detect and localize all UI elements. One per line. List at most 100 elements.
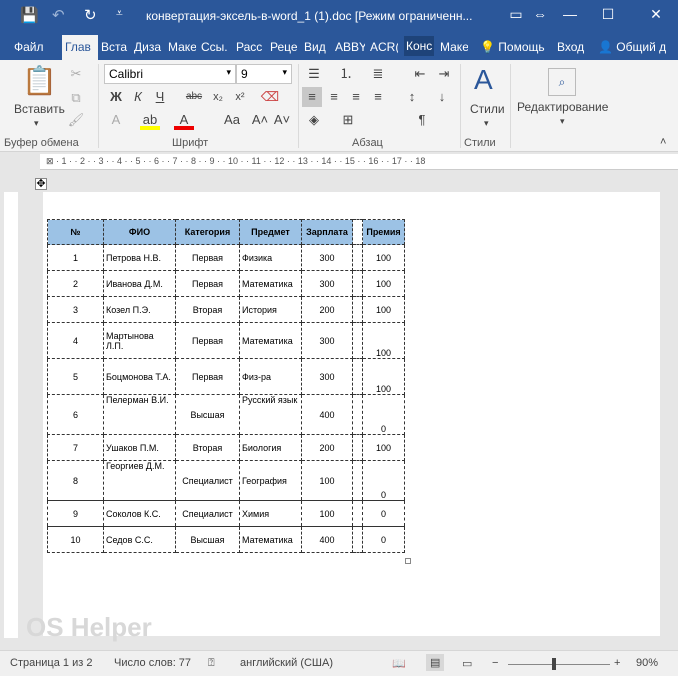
paste-button[interactable]: Вставить [14,102,65,116]
table-cell[interactable]: 9 [47,500,104,527]
table-cell[interactable]: 200 [301,434,353,461]
chevron-down-icon[interactable]: ▾ [484,118,489,129]
table-cell[interactable]: Математика [239,270,302,297]
table-cell[interactable]: 100 [362,322,405,359]
table-cell[interactable]: Биология [239,434,302,461]
resize-icon[interactable]: ⇔ [530,6,550,22]
table-cell[interactable]: Химия [239,500,302,527]
table-cell[interactable]: Первая [175,322,240,359]
table-cell[interactable]: Пелерман В.И. [103,394,176,435]
language-label[interactable]: английский (США) [240,657,333,669]
chevron-down-icon[interactable]: ▾ [560,116,565,127]
table-cell[interactable]: Русский язык [239,394,302,435]
vertical-ruler[interactable] [4,192,18,638]
zoom-slider[interactable] [508,664,610,665]
header-cell[interactable]: Зарплата [301,219,353,245]
table-cell[interactable]: Специалист [175,460,240,501]
tab-insert[interactable]: Вста [101,40,129,54]
table-cell[interactable]: Вторая [175,434,240,461]
table-move-handle-icon[interactable]: ✥ [35,178,47,190]
bold-icon[interactable]: Ж [106,87,126,107]
page-count[interactable]: Страница 1 из 2 [10,657,92,669]
table-cell[interactable] [352,460,363,501]
bullets-icon[interactable]: ☰ [304,64,324,84]
borders-icon[interactable]: ⊞ [338,110,358,130]
increase-indent-icon[interactable]: ⇥ [434,64,454,84]
table-cell[interactable]: 0 [362,394,405,435]
cut-icon[interactable]: ✂ [66,64,86,84]
grow-font-icon[interactable]: A˄ [250,110,270,130]
table-cell[interactable]: 300 [301,358,353,395]
table-cell[interactable]: 400 [301,526,353,553]
header-cell[interactable] [352,219,363,245]
tab-abbyy[interactable]: ABBY [335,40,365,54]
table-cell[interactable]: География [239,460,302,501]
styles-icon[interactable]: A [474,64,493,96]
signin-button[interactable]: Вход [557,40,584,54]
superscript-icon[interactable]: x² [230,87,250,107]
collapse-ribbon-icon[interactable]: ˄ [660,136,666,148]
font-size-combo[interactable]: 9 ▾ [236,64,292,84]
shrink-font-icon[interactable]: A˅ [272,110,292,130]
tab-layout[interactable]: Маке [168,40,196,54]
table-cell[interactable]: 400 [301,394,353,435]
table-cell[interactable]: 0 [362,526,405,553]
table-cell[interactable] [352,500,363,527]
pilcrow-icon[interactable]: ¶ [412,110,432,130]
table-cell[interactable]: Соколов К.С. [103,500,176,527]
tab-contextual[interactable]: Конс [404,36,434,56]
table-cell[interactable]: Специалист [175,500,240,527]
horizontal-ruler[interactable]: ⊠ · 1 · · 2 · · 3 · · 4 · · 5 · · 6 · · … [40,154,678,170]
table-cell[interactable]: Георгиев Д.М. [103,460,176,501]
header-cell[interactable]: № [47,219,104,245]
table-resize-handle[interactable] [405,558,411,564]
table-cell[interactable]: 6 [47,394,104,435]
word-count[interactable]: Число слов: 77 [114,657,191,669]
table-cell[interactable]: 100 [362,270,405,297]
text-effects-icon[interactable]: A [106,110,126,130]
table-cell[interactable]: История [239,296,302,323]
table-cell[interactable]: Высшая [175,394,240,435]
format-painter-icon[interactable]: 🖌 [66,110,86,130]
italic-icon[interactable]: К [128,87,148,107]
table-cell[interactable]: 300 [301,270,353,297]
table-cell[interactable]: Первая [175,270,240,297]
decrease-indent-icon[interactable]: ⇤ [410,64,430,84]
align-center-icon[interactable]: ≡ [324,87,344,107]
proofing-icon[interactable]: ⍰ [208,657,215,670]
table-cell[interactable]: 100 [301,500,353,527]
table-cell[interactable]: 300 [301,244,353,271]
font-name-combo[interactable]: Calibri ▾ [104,64,236,84]
table-cell[interactable]: Боцмонова Т.А. [103,358,176,395]
styles-button[interactable]: Стили [470,102,505,116]
table-cell[interactable]: Первая [175,244,240,271]
underline-icon[interactable]: Ч [150,87,170,107]
numbering-icon[interactable]: ⒈ [336,64,356,84]
table-cell[interactable]: 100 [362,358,405,395]
header-cell[interactable]: Премия [362,219,405,245]
table-cell[interactable]: 100 [301,460,353,501]
table-cell[interactable]: Высшая [175,526,240,553]
case-icon[interactable]: Aa [222,110,242,130]
header-cell[interactable]: Предмет [239,219,302,245]
clipboard-icon[interactable]: 📋 [22,64,57,97]
strikethrough-icon[interactable]: abc [184,87,204,107]
table-cell[interactable]: 8 [47,460,104,501]
tab-home[interactable]: Глав [62,35,98,60]
line-spacing-icon[interactable]: ↕ [402,87,422,107]
table-cell[interactable] [352,244,363,271]
print-layout-icon[interactable]: ▤ [426,654,445,671]
find-icon[interactable]: ⌕ [548,68,576,96]
table-cell[interactable]: Физ-ра [239,358,302,395]
tab-design[interactable]: Диза [134,40,162,54]
tab-file[interactable]: Файл [14,40,44,54]
sort-icon[interactable]: ↓ [432,87,452,107]
tab-acrobat[interactable]: ACR( [370,40,398,54]
table-cell[interactable]: Мартынова Л.П. [103,322,176,359]
zoom-in-icon[interactable]: + [614,657,620,669]
maximize-icon[interactable]: ☐ [598,6,618,23]
table-cell[interactable]: 5 [47,358,104,395]
highlight-icon[interactable]: ab [140,110,160,130]
subscript-icon[interactable]: x₂ [208,87,228,107]
zoom-level[interactable]: 90% [636,657,658,669]
